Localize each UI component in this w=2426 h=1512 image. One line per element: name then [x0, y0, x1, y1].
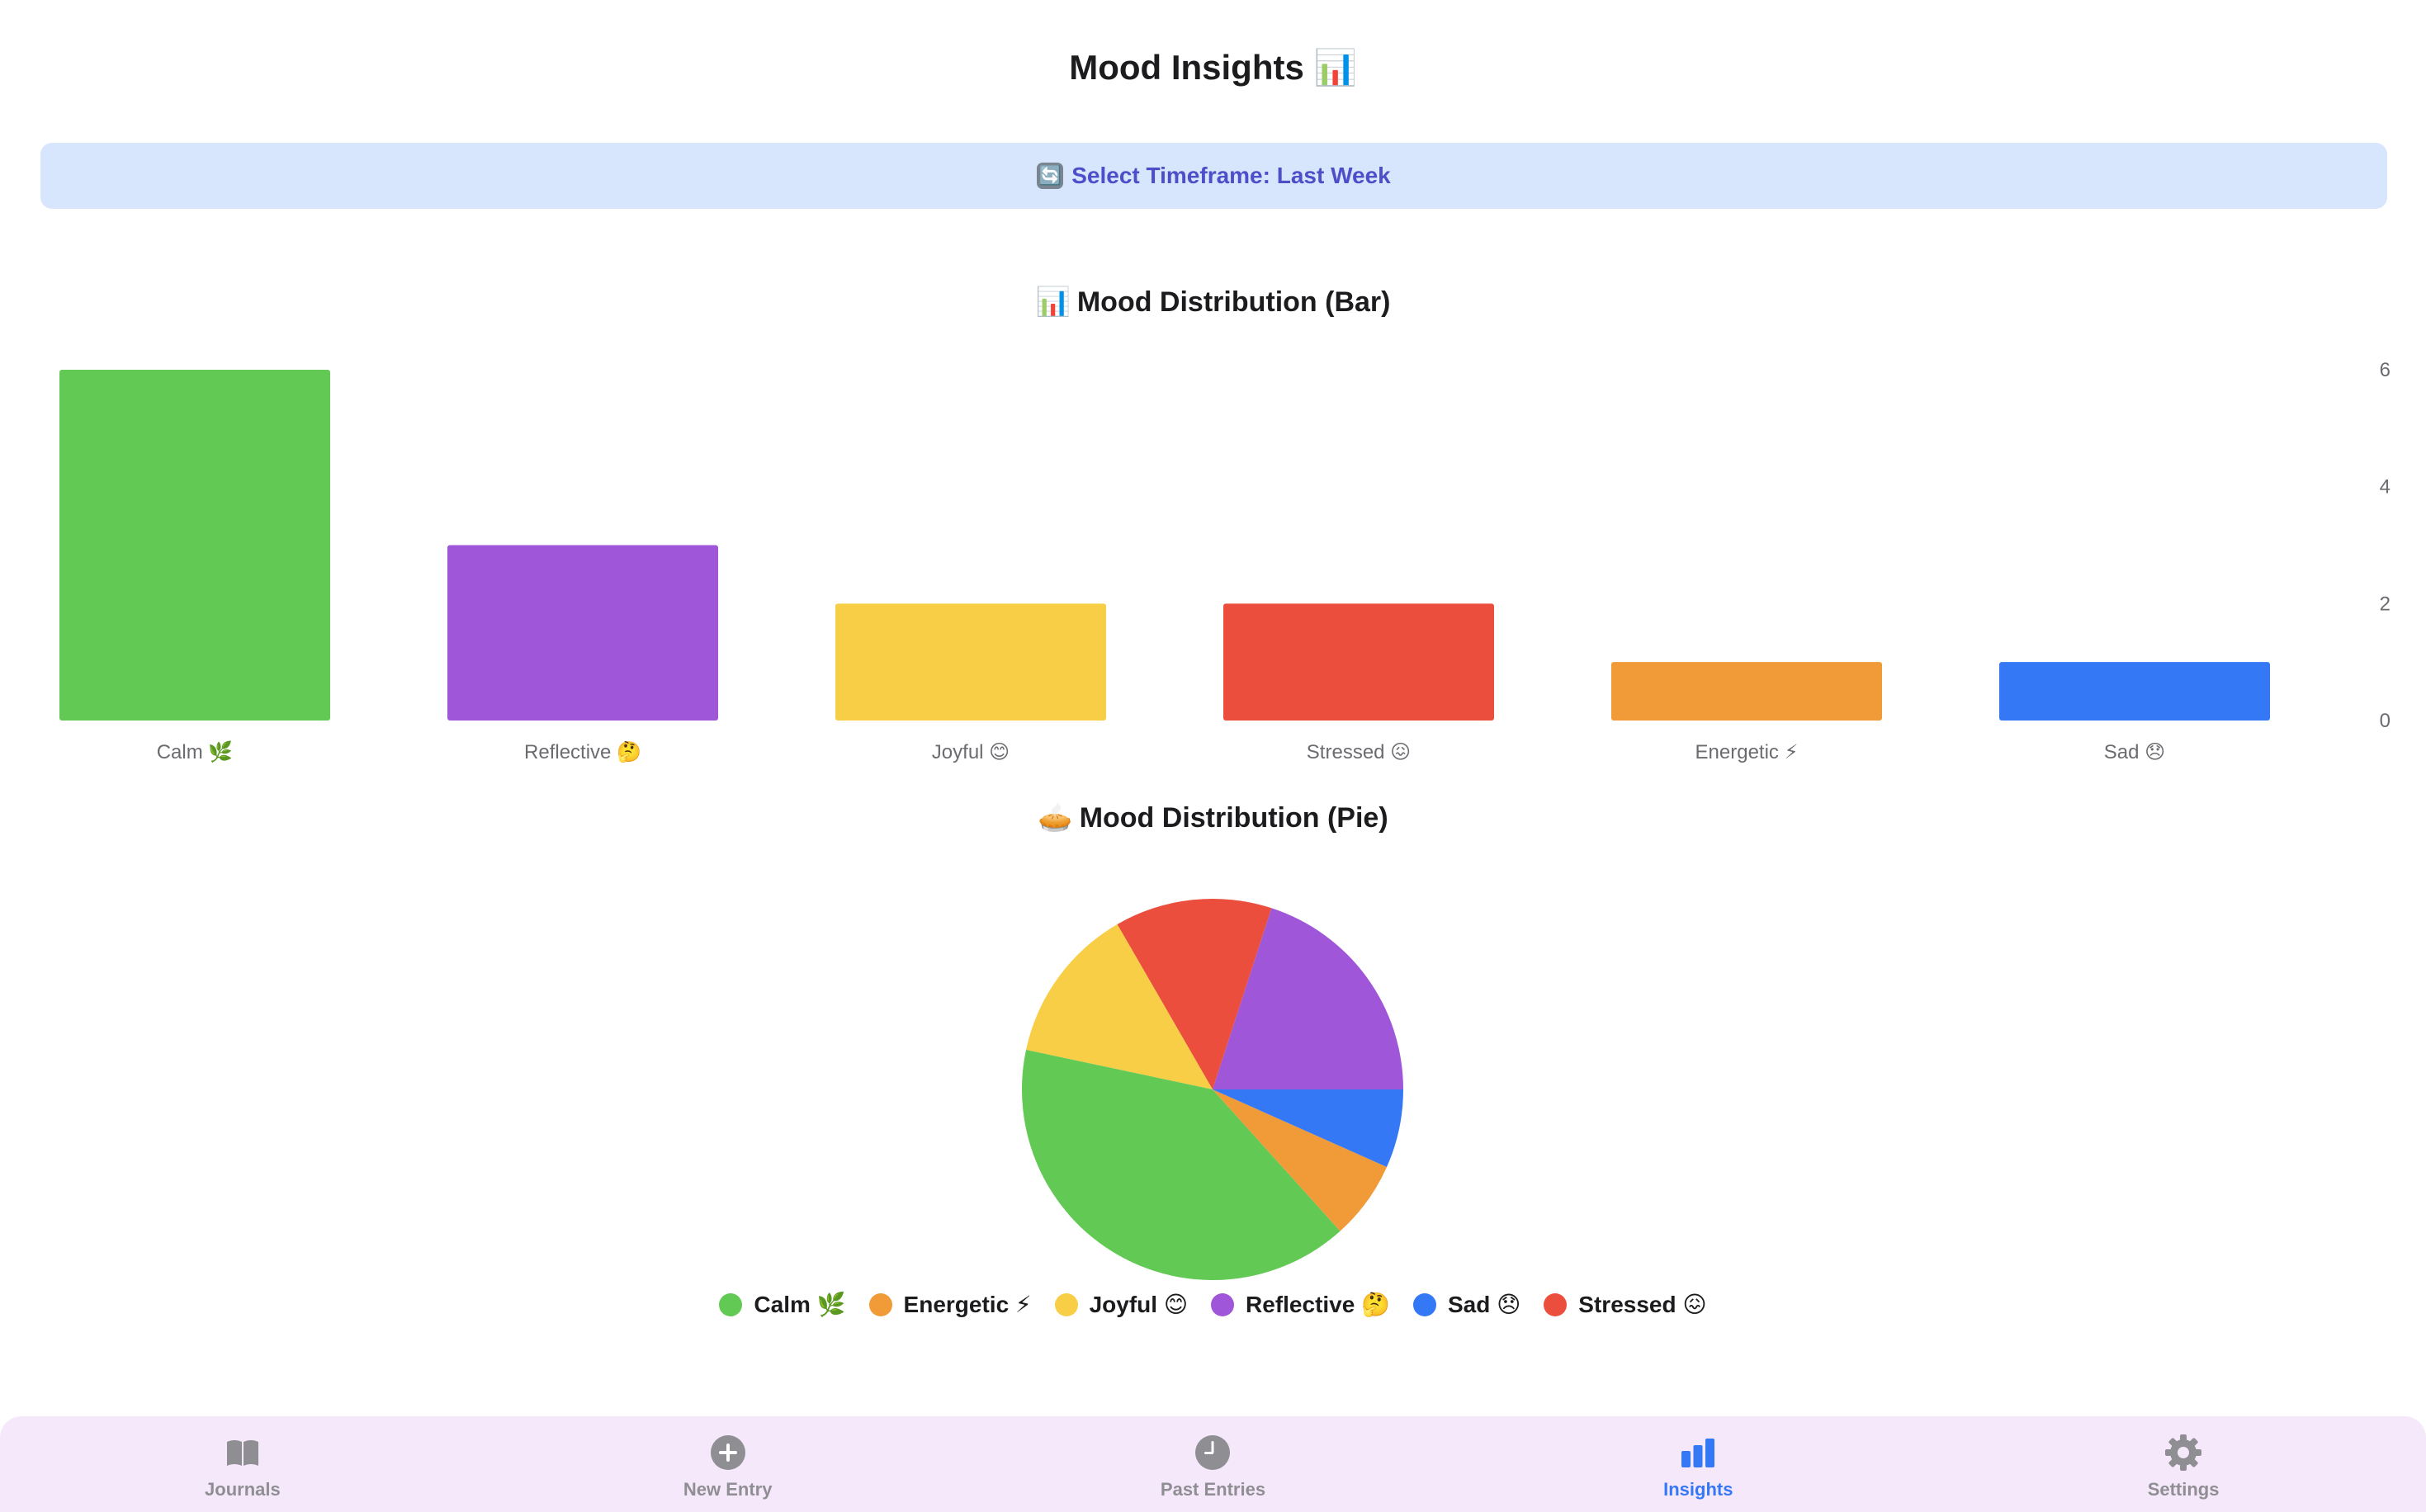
- bar-3: [1223, 603, 1494, 721]
- tab-past-entries-label: Past Entries: [1160, 1479, 1266, 1500]
- legend-swatch: [1544, 1292, 1568, 1316]
- legend-label: Joyful 😊: [1089, 1292, 1189, 1317]
- pie-chart-svg: [1022, 899, 1403, 1280]
- pie-icon: 🥧: [1038, 802, 1073, 834]
- y-tick-label: 4: [2380, 476, 2391, 498]
- bar-1: [447, 545, 718, 721]
- y-tick-label: 2: [2380, 593, 2391, 615]
- legend-item: Energetic ⚡: [868, 1291, 1032, 1318]
- legend-label: Stressed 😖: [1578, 1292, 1707, 1317]
- chart-bar-icon: [1681, 1439, 1715, 1467]
- legend-swatch: [1211, 1292, 1235, 1316]
- tab-settings[interactable]: Settings: [1941, 1416, 2426, 1512]
- pie-chart-title: 🥧 Mood Distribution (Pie): [0, 801, 2426, 834]
- bar-5: [1999, 662, 2270, 721]
- x-tick-label: Calm 🌿: [157, 740, 234, 763]
- timeframe-label: Select Timeframe: Last Week: [1071, 163, 1391, 188]
- legend-swatch: [719, 1292, 743, 1316]
- bar-chart-icon: 📊: [1035, 286, 1071, 318]
- book-icon: [226, 1440, 258, 1466]
- bar-chart-svg: 0 2 4 6 Calm 🌿 Reflective 🤔 Joyful 😊 Stressed 😖…: [59, 359, 2391, 763]
- x-tick-label: Sad 😞: [2104, 741, 2165, 763]
- y-tick-label: 6: [2380, 359, 2391, 381]
- legend-label: Reflective 🤔: [1246, 1292, 1390, 1317]
- clock-icon: [1195, 1435, 1231, 1470]
- tab-insights[interactable]: Insights: [1455, 1416, 1941, 1512]
- legend-label: Energetic ⚡: [903, 1292, 1032, 1317]
- bar-4: [1611, 662, 1882, 721]
- x-tick-label: Reflective 🤔: [524, 741, 641, 763]
- mood-bar-chart: 0 2 4 6 Calm 🌿 Reflective 🤔 Joyful 😊 Stressed 😖…: [0, 347, 2426, 776]
- page-title: Mood Insights 📊: [1069, 48, 1357, 87]
- bar-chart-title: 📊 Mood Distribution (Bar): [0, 286, 2426, 319]
- legend-swatch: [1054, 1292, 1078, 1316]
- tab-past-entries[interactable]: Past Entries: [971, 1416, 1456, 1512]
- x-tick-label: Joyful 😊: [932, 741, 1010, 763]
- tab-bar: Journals New Entry Past Entries Insights…: [0, 1416, 2426, 1512]
- legend-label: Calm 🌿: [754, 1292, 846, 1317]
- legend-label: Sad 😞: [1447, 1292, 1521, 1317]
- mood-insights-screen: Mood Insights 📊 🔄 Select Timeframe: Last…: [0, 0, 2426, 1512]
- bar-0: [59, 370, 330, 721]
- tab-new-entry-label: New Entry: [683, 1479, 773, 1500]
- refresh-icon: 🔄: [1037, 163, 1064, 189]
- pie-legend: Calm 🌿 Energetic ⚡ Joyful 😊 Reflective 🤔 Sad…: [0, 1291, 2426, 1318]
- bar-chart-title-text: Mood Distribution (Bar): [1076, 286, 1391, 318]
- y-tick-label: 0: [2380, 710, 2391, 732]
- pie-chart-title-text: Mood Distribution (Pie): [1079, 802, 1388, 834]
- legend-item: Joyful 😊: [1054, 1291, 1189, 1318]
- legend-item: Stressed 😖: [1544, 1291, 1707, 1318]
- legend-swatch: [868, 1292, 892, 1316]
- tab-journals[interactable]: Journals: [0, 1416, 485, 1512]
- legend-item: Reflective 🤔: [1211, 1291, 1390, 1318]
- tab-settings-label: Settings: [2147, 1479, 2220, 1500]
- mood-pie-chart: [1006, 883, 1419, 1296]
- x-tick-label: Stressed 😖: [1307, 741, 1411, 763]
- legend-swatch: [1412, 1292, 1436, 1316]
- bar-2: [835, 603, 1106, 721]
- plus-circle-icon: [710, 1435, 745, 1470]
- tab-insights-label: Insights: [1663, 1479, 1733, 1500]
- legend-item: Calm 🌿: [719, 1291, 846, 1318]
- legend-item: Sad 😞: [1412, 1291, 1521, 1318]
- x-tick-label: Energetic ⚡: [1695, 741, 1799, 763]
- select-timeframe-button[interactable]: 🔄 Select Timeframe: Last Week: [40, 143, 2387, 209]
- gear-icon: [2165, 1434, 2202, 1471]
- tab-journals-label: Journals: [205, 1479, 281, 1500]
- tab-new-entry[interactable]: New Entry: [485, 1416, 971, 1512]
